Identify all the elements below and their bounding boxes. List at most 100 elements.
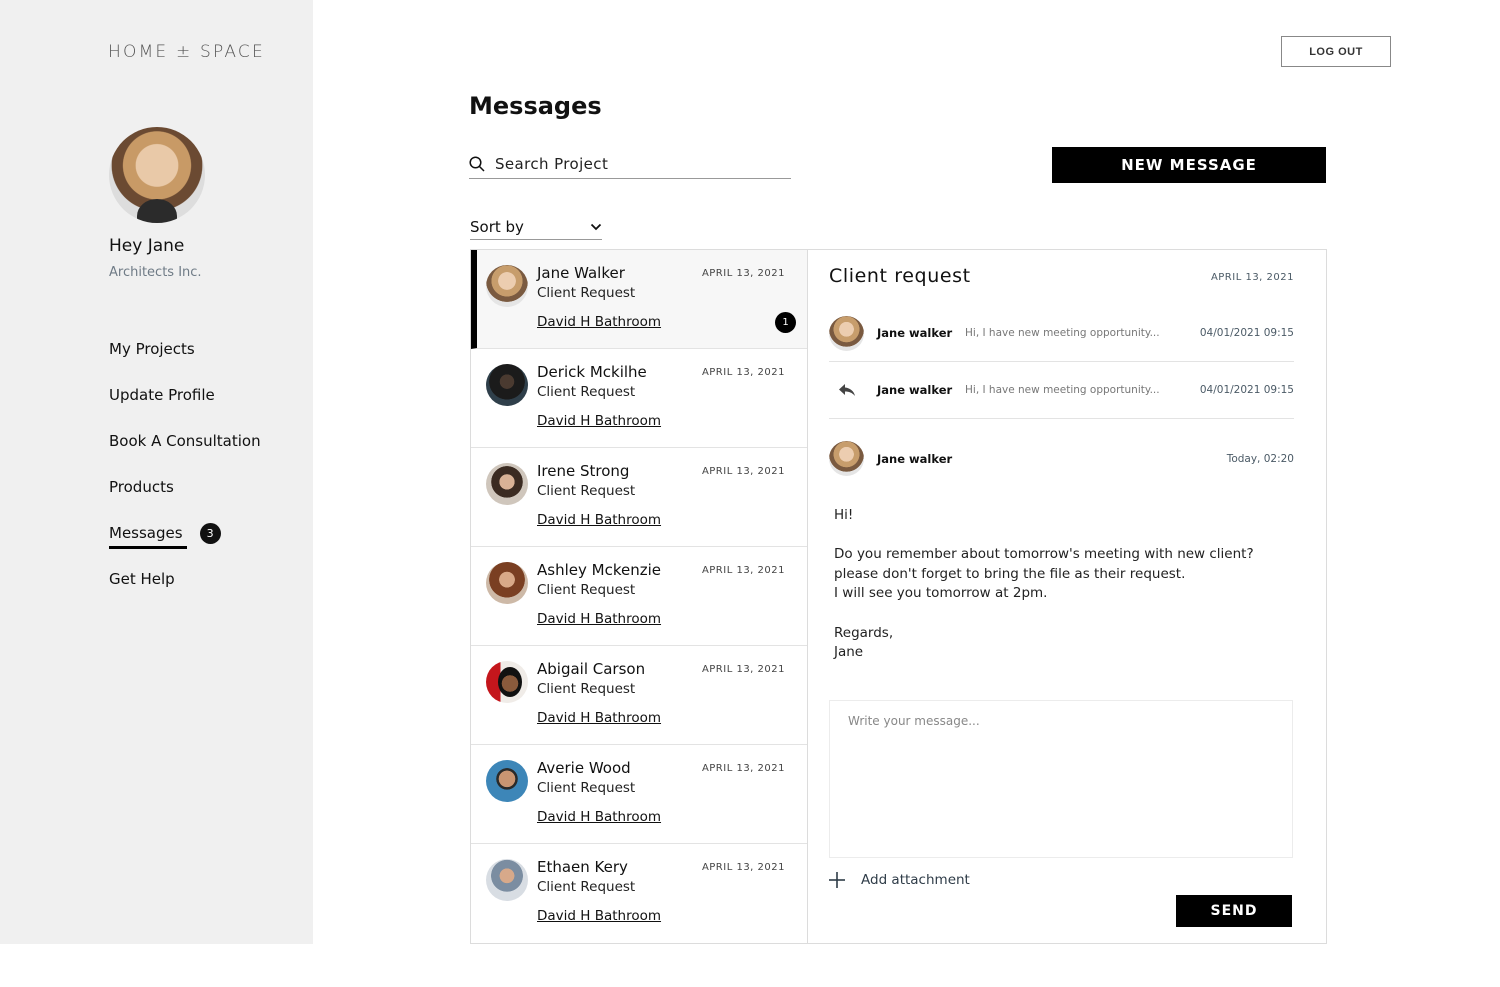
messages-count-badge: 3 — [199, 522, 221, 544]
message-line: Hi! — [834, 507, 854, 523]
page-title: Messages — [469, 92, 602, 120]
sidebar: HOME ± SPACE Hey Jane Architects Inc. My… — [0, 0, 313, 944]
avatar — [486, 562, 528, 604]
open-message-sender: Jane walker — [877, 451, 953, 466]
avatar — [829, 441, 864, 476]
message-detail: Client request APRIL 13, 2021 Jane walke… — [808, 250, 1326, 943]
conversation-subject: Client Request — [537, 681, 636, 697]
sort-by-label: Sort by — [470, 217, 524, 236]
conversation-name: Abigail Carson — [537, 660, 646, 678]
conversation-subject: Client Request — [537, 879, 636, 895]
sidebar-item-get-help[interactable]: Get Help — [109, 556, 261, 602]
new-message-button[interactable]: NEW MESSAGE — [1052, 147, 1326, 183]
message-input[interactable] — [830, 701, 1292, 857]
detail-title: Client request — [829, 265, 971, 287]
conversation-name: Derick Mckilhe — [537, 363, 647, 381]
conversation-subject: Client Request — [537, 582, 636, 598]
conversation-name: Ashley Mckenzie — [537, 561, 661, 579]
message-line: Jane — [834, 644, 864, 661]
sidebar-item-label: Update Profile — [109, 386, 215, 404]
avatar — [829, 315, 864, 351]
sidebar-item-label: Products — [109, 478, 174, 496]
user-avatar — [109, 127, 205, 223]
thread-item[interactable]: Jane walker Hi, I have new meeting oppor… — [829, 305, 1294, 362]
sidebar-item-label: My Projects — [109, 340, 195, 358]
reply-icon — [829, 383, 864, 397]
search-input[interactable] — [495, 155, 775, 173]
sort-by-dropdown[interactable]: Sort by — [470, 214, 602, 240]
search-icon — [469, 156, 485, 172]
open-message-header: Jane walker Today, 02:20 — [829, 441, 1294, 476]
sidebar-item-messages[interactable]: Messages 3 — [109, 510, 261, 556]
user-company: Architects Inc. — [109, 265, 202, 280]
search-bar — [469, 150, 791, 179]
user-greeting: Hey Jane — [109, 236, 185, 256]
plus-icon — [829, 872, 845, 888]
message-line: I will see you tomorrow at 2pm. — [834, 585, 1048, 602]
conversation-date: APRIL 13, 2021 — [701, 367, 785, 378]
conversation-item[interactable]: Ashley Mckenzie Client Request David H B… — [471, 547, 807, 646]
messages-panel: Jane Walker Client Request David H Bathr… — [470, 249, 1327, 944]
chevron-down-icon — [590, 223, 602, 230]
add-attachment-label: Add attachment — [861, 872, 970, 888]
send-button[interactable]: SEND — [1176, 895, 1292, 927]
conversation-subject: Client Request — [537, 780, 636, 796]
conversation-subject: Client Request — [537, 285, 636, 301]
avatar — [486, 859, 528, 901]
conversation-item[interactable]: Abigail Carson Client Request David H Ba… — [471, 646, 807, 745]
thread-item[interactable]: Jane walker Hi, I have new meeting oppor… — [829, 362, 1294, 419]
sidebar-item-label: Get Help — [109, 570, 175, 588]
conversation-name: Jane Walker — [537, 264, 625, 282]
conversation-item[interactable]: Averie Wood Client Request David H Bathr… — [471, 745, 807, 844]
conversation-project-link[interactable]: David H Bathroom — [537, 710, 661, 726]
conversation-subject: Client Request — [537, 384, 636, 400]
avatar — [486, 364, 528, 406]
thread-preview: Hi, I have new meeting opportunity... — [965, 327, 1160, 339]
conversation-date: APRIL 13, 2021 — [701, 664, 785, 675]
thread-sender: Jane walker — [877, 383, 953, 397]
conversation-item[interactable]: Ethaen Kery Client Request David H Bathr… — [471, 844, 807, 943]
conversation-project-link[interactable]: David H Bathroom — [537, 611, 661, 627]
conversation-date: APRIL 13, 2021 — [701, 763, 785, 774]
detail-date: APRIL 13, 2021 — [1210, 272, 1294, 283]
conversation-date: APRIL 13, 2021 — [701, 565, 785, 576]
conversation-date: APRIL 13, 2021 — [701, 268, 785, 279]
compose-box — [829, 700, 1293, 858]
message-line: Do you remember about tomorrow's meeting… — [834, 546, 1254, 563]
thread-preview: Hi, I have new meeting opportunity... — [965, 384, 1160, 396]
conversation-name: Irene Strong — [537, 462, 630, 480]
sidebar-item-products[interactable]: Products — [109, 464, 261, 510]
avatar — [486, 760, 528, 802]
sidebar-item-book-consultation[interactable]: Book A Consultation — [109, 418, 261, 464]
sidebar-item-my-projects[interactable]: My Projects — [109, 326, 261, 372]
brand-logo[interactable]: HOME ± SPACE — [108, 42, 265, 62]
conversation-date: APRIL 13, 2021 — [701, 466, 785, 477]
message-line: Regards, — [834, 624, 894, 641]
conversation-item[interactable]: Jane Walker Client Request David H Bathr… — [471, 250, 807, 349]
conversation-project-link[interactable]: David H Bathroom — [537, 512, 661, 528]
conversation-item[interactable]: Derick Mckilhe Client Request David H Ba… — [471, 349, 807, 448]
avatar — [486, 265, 528, 307]
conversation-name: Averie Wood — [537, 759, 631, 777]
logout-button[interactable]: LOG OUT — [1281, 36, 1391, 67]
add-attachment-button[interactable]: Add attachment — [829, 872, 970, 888]
conversation-project-link[interactable]: David H Bathroom — [537, 908, 661, 924]
avatar — [486, 463, 528, 505]
conversation-item[interactable]: Irene Strong Client Request David H Bath… — [471, 448, 807, 547]
conversation-date: APRIL 13, 2021 — [701, 862, 785, 873]
conversation-list: Jane Walker Client Request David H Bathr… — [471, 250, 808, 943]
conversation-project-link[interactable]: David H Bathroom — [537, 809, 661, 825]
sidebar-item-label: Book A Consultation — [109, 432, 261, 450]
open-message-time: Today, 02:20 — [1226, 452, 1294, 465]
message-line: please don't forget to bring the file as… — [834, 565, 1186, 582]
conversation-subject: Client Request — [537, 483, 636, 499]
conversation-project-link[interactable]: David H Bathroom — [537, 314, 661, 330]
conversation-project-link[interactable]: David H Bathroom — [537, 413, 661, 429]
sidebar-nav: My Projects Update Profile Book A Consul… — [109, 326, 261, 602]
avatar — [486, 661, 528, 703]
sidebar-item-update-profile[interactable]: Update Profile — [109, 372, 261, 418]
sidebar-item-label: Messages — [109, 524, 187, 549]
open-message-body: Hi! Do you remember about tomorrow's mee… — [834, 506, 1254, 682]
unread-badge: 1 — [775, 312, 796, 333]
thread-sender: Jane walker — [877, 326, 953, 340]
